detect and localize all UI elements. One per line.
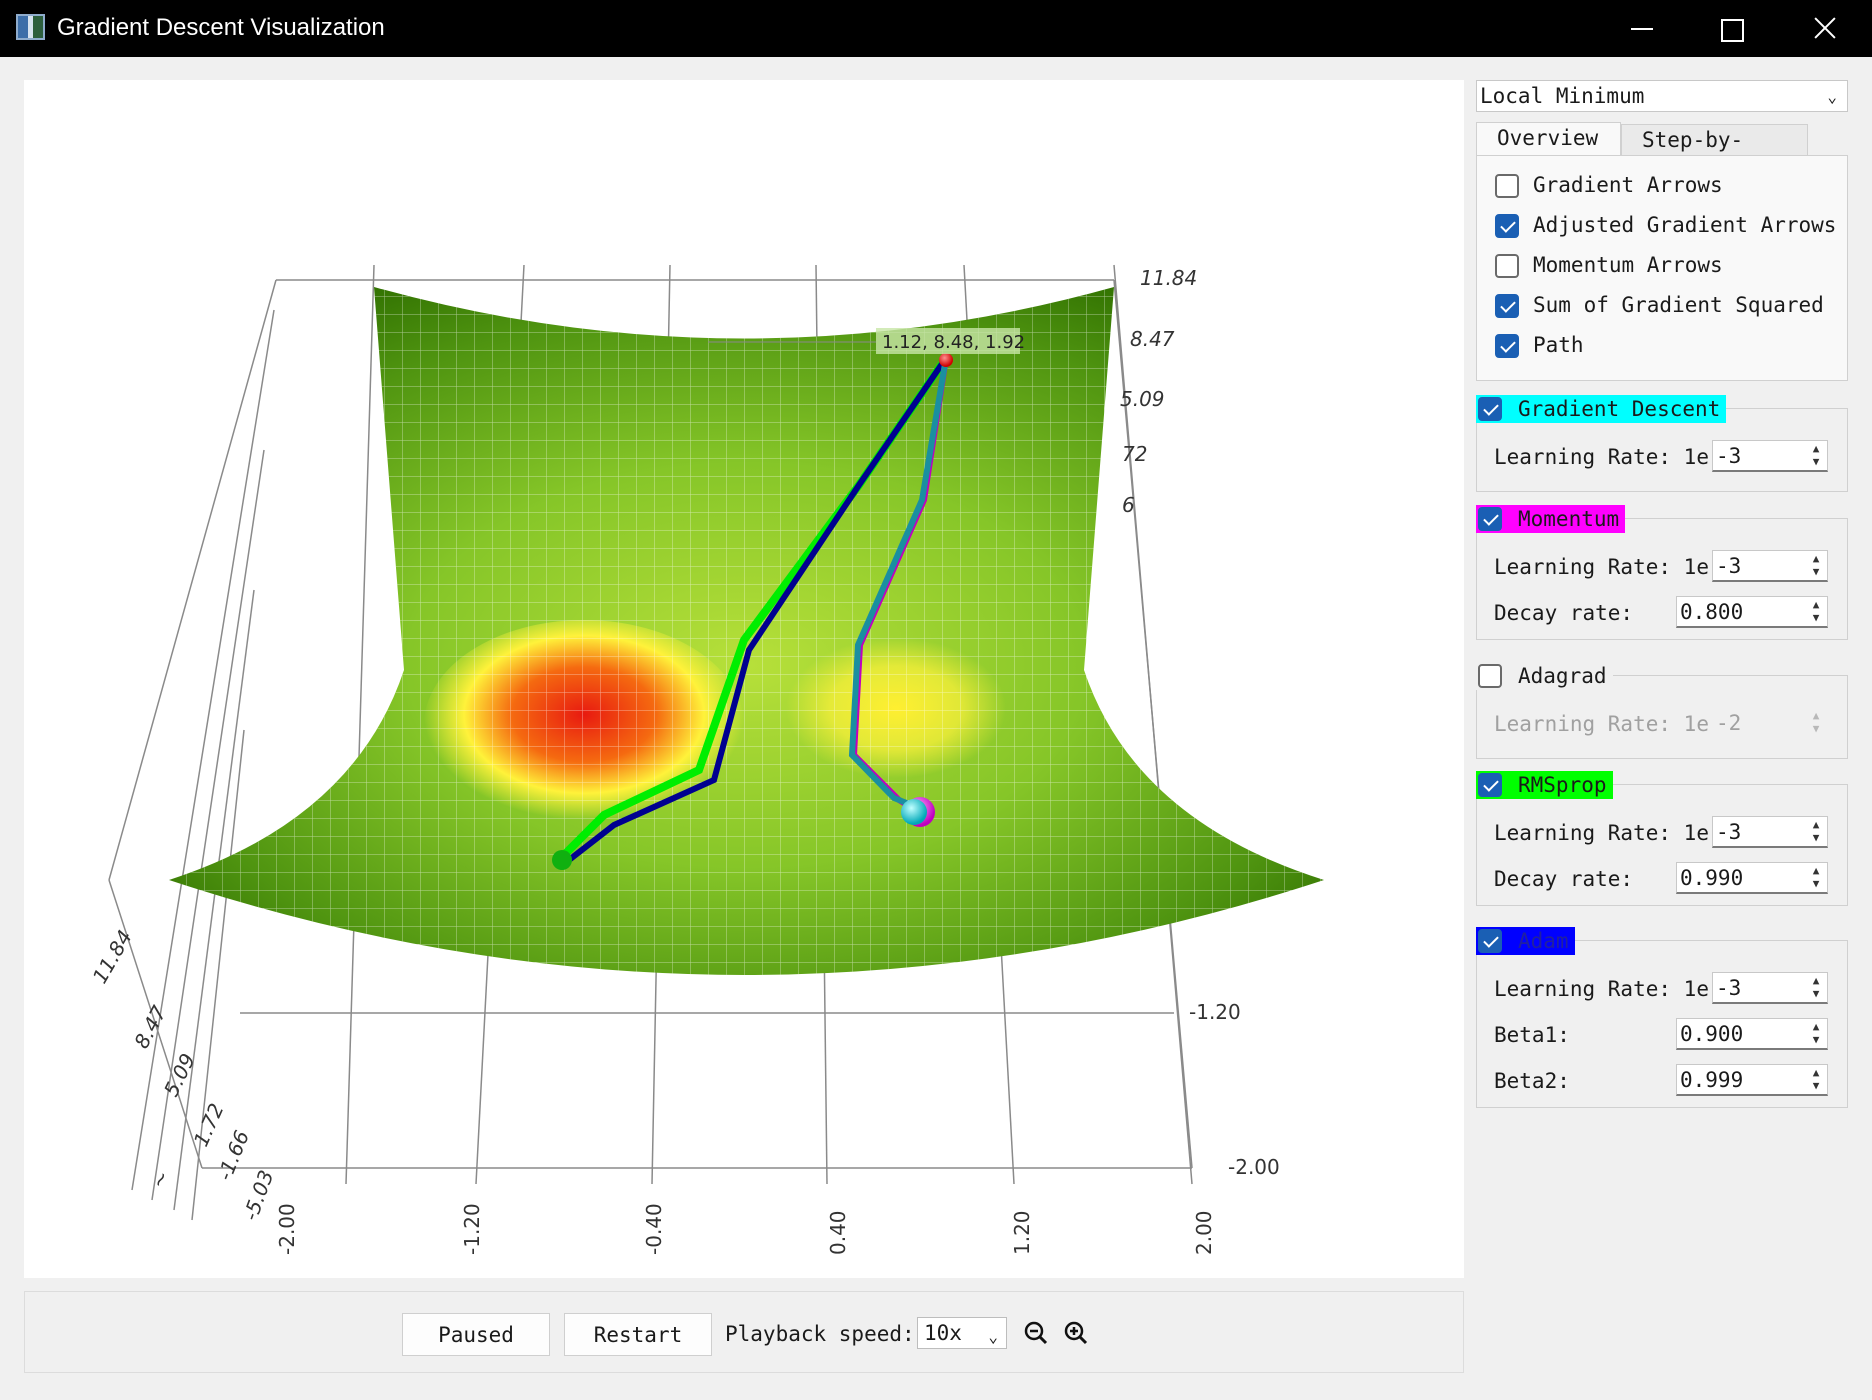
checkbox-adam[interactable] xyxy=(1478,929,1502,953)
y-tick: -2.00 xyxy=(1228,1155,1280,1179)
start-point-marker xyxy=(939,353,953,367)
x-tick: 0.40 xyxy=(826,1210,850,1255)
label-adagrad-learning-rate: Learning Rate: 1e xyxy=(1494,712,1709,736)
adam-beta1-input[interactable]: 0.900 ▲ ▼ xyxy=(1676,1018,1828,1050)
z-tick: -5.03 xyxy=(238,1167,278,1224)
z-tick: 5.09 xyxy=(159,1050,200,1101)
momentum-decay-input[interactable]: 0.800 ▲ ▼ xyxy=(1676,596,1828,628)
maximize-button[interactable] xyxy=(1685,0,1775,57)
spin-arrows-icon[interactable]: ▲ ▼ xyxy=(1809,552,1823,578)
adagrad-learning-rate-input: -2 ▲ ▼ xyxy=(1712,707,1828,739)
spin-arrows-icon[interactable]: ▲ ▼ xyxy=(1809,598,1823,624)
z-tick: 72 xyxy=(1122,442,1147,466)
label-gradient-arrows: Gradient Arrows xyxy=(1533,173,1723,197)
z-tick: 8.47 xyxy=(129,1002,171,1053)
label-adjusted-gradient-arrows: Adjusted Gradient Arrows xyxy=(1533,213,1837,237)
checkbox-gradient-arrows[interactable] xyxy=(1495,174,1519,198)
checkbox-gradient-descent[interactable] xyxy=(1478,397,1502,421)
z-axis-ticks-left: 11.84 8.47 5.09 1.72 -1.66 -5.03 ~ xyxy=(88,926,279,1224)
label-sum-gradient-squared: Sum of Gradient Squared xyxy=(1533,293,1824,317)
checkbox-momentum[interactable] xyxy=(1478,507,1502,531)
gd-learning-rate-input[interactable]: -3 ▲ ▼ xyxy=(1712,440,1828,472)
playback-speed-label: Playback speed: xyxy=(725,1322,915,1346)
label-momentum-decay: Decay rate: xyxy=(1494,601,1634,625)
spin-arrows-icon[interactable]: ▲ ▼ xyxy=(1809,1066,1823,1092)
scenario-value: Local Minimum xyxy=(1480,84,1645,108)
scenario-select[interactable]: Local Minimum ⌄ xyxy=(1476,80,1848,112)
spin-arrows-icon: ▲ ▼ xyxy=(1812,709,1820,735)
close-button[interactable] xyxy=(1778,0,1868,57)
chart-app-icon xyxy=(16,14,45,40)
checkbox-sum-gradient-squared[interactable] xyxy=(1495,294,1519,318)
x-tick: -0.40 xyxy=(642,1203,666,1255)
x-tick: 1.20 xyxy=(1010,1210,1034,1255)
label-adam-beta2: Beta2: xyxy=(1494,1069,1570,1093)
y-tick: -1.20 xyxy=(1189,1000,1241,1024)
tooltip-text: 1.12, 8.48, 1.92 xyxy=(882,332,1025,353)
checkbox-momentum-arrows[interactable] xyxy=(1495,254,1519,278)
playback-speed-value: 10x xyxy=(924,1321,962,1345)
label-adam-learning-rate: Learning Rate: 1e xyxy=(1494,977,1709,1001)
z-tick: 1.72 xyxy=(189,1100,229,1150)
z-tick: 6 xyxy=(1122,493,1135,517)
group-title-gradient-descent: Gradient Descent xyxy=(1476,395,1727,423)
label-adam-beta1: Beta1: xyxy=(1494,1023,1570,1047)
z-tick: 8.47 xyxy=(1130,327,1175,351)
z-tick: 11.84 xyxy=(88,926,137,988)
label-path: Path xyxy=(1533,333,1584,357)
y-axis-ticks: -2.00 -1.20 xyxy=(1189,1000,1280,1179)
label-gd-learning-rate: Learning Rate: 1e xyxy=(1494,445,1709,469)
checkbox-adjusted-gradient-arrows[interactable] xyxy=(1495,214,1519,238)
checkbox-adagrad[interactable] xyxy=(1478,664,1502,688)
pause-button[interactable]: Paused xyxy=(402,1313,550,1356)
playback-controls: Paused Restart Playback speed: 10x ⌄ xyxy=(24,1291,1464,1373)
adam-beta2-input[interactable]: 0.999 ▲ ▼ xyxy=(1676,1064,1828,1096)
chevron-down-icon: ⌄ xyxy=(988,1327,998,1346)
checkbox-rmsprop[interactable] xyxy=(1478,773,1502,797)
surface-plot-view[interactable]: 1.12, 8.48, 1.92 -2.00 -1.20 -0.40 0.40 … xyxy=(24,80,1464,1278)
ball-rmsprop xyxy=(552,850,572,870)
tab-step-by-step[interactable]: Step-by-Step xyxy=(1621,124,1808,176)
checkbox-path[interactable] xyxy=(1495,334,1519,358)
z-tick: 11.84 xyxy=(1140,266,1197,290)
z-marker: ~ xyxy=(146,1166,175,1193)
ball-gradient-descent xyxy=(901,799,927,825)
z-tick: -1.66 xyxy=(212,1127,254,1184)
spin-arrows-icon[interactable]: ▲ ▼ xyxy=(1809,974,1823,1000)
label-rmsprop-learning-rate: Learning Rate: 1e xyxy=(1494,821,1709,845)
label-momentum-arrows: Momentum Arrows xyxy=(1533,253,1723,277)
chevron-down-icon: ⌄ xyxy=(1827,87,1837,106)
x-tick: 2.00 xyxy=(1192,1210,1216,1255)
rmsprop-learning-rate-input[interactable]: -3 ▲ ▼ xyxy=(1712,816,1828,848)
x-tick: -2.00 xyxy=(275,1203,299,1255)
overview-options: Gradient Arrows Adjusted Gradient Arrows… xyxy=(1476,155,1848,381)
window-title: Gradient Descent Visualization xyxy=(57,14,385,41)
x-axis-ticks: -2.00 -1.20 -0.40 0.40 1.20 2.00 xyxy=(275,1203,1216,1255)
surface-plot-svg[interactable]: 1.12, 8.48, 1.92 -2.00 -1.20 -0.40 0.40 … xyxy=(24,80,1464,1278)
rmsprop-decay-input[interactable]: 0.990 ▲ ▼ xyxy=(1676,862,1828,894)
zoom-out-icon[interactable] xyxy=(1021,1318,1051,1348)
restart-button[interactable]: Restart xyxy=(564,1313,712,1356)
spin-arrows-icon[interactable]: ▲ ▼ xyxy=(1809,442,1823,468)
x-tick: -1.20 xyxy=(460,1203,484,1255)
spin-arrows-icon[interactable]: ▲ ▼ xyxy=(1809,864,1823,890)
label-momentum-learning-rate: Learning Rate: 1e xyxy=(1494,555,1709,579)
title-bar: Gradient Descent Visualization xyxy=(0,0,1872,57)
spin-arrows-icon[interactable]: ▲ ▼ xyxy=(1809,1020,1823,1046)
playback-speed-select[interactable]: 10x ⌄ xyxy=(917,1317,1007,1349)
label-rmsprop-decay: Decay rate: xyxy=(1494,867,1634,891)
minimize-button[interactable] xyxy=(1595,0,1685,57)
momentum-learning-rate-input[interactable]: -3 ▲ ▼ xyxy=(1712,550,1828,582)
tab-overview[interactable]: Overview xyxy=(1476,122,1621,156)
zoom-in-icon[interactable] xyxy=(1061,1318,1091,1348)
z-tick: 5.09 xyxy=(1120,387,1165,411)
spin-arrows-icon[interactable]: ▲ ▼ xyxy=(1809,818,1823,844)
adam-learning-rate-input[interactable]: -3 ▲ ▼ xyxy=(1712,972,1828,1004)
